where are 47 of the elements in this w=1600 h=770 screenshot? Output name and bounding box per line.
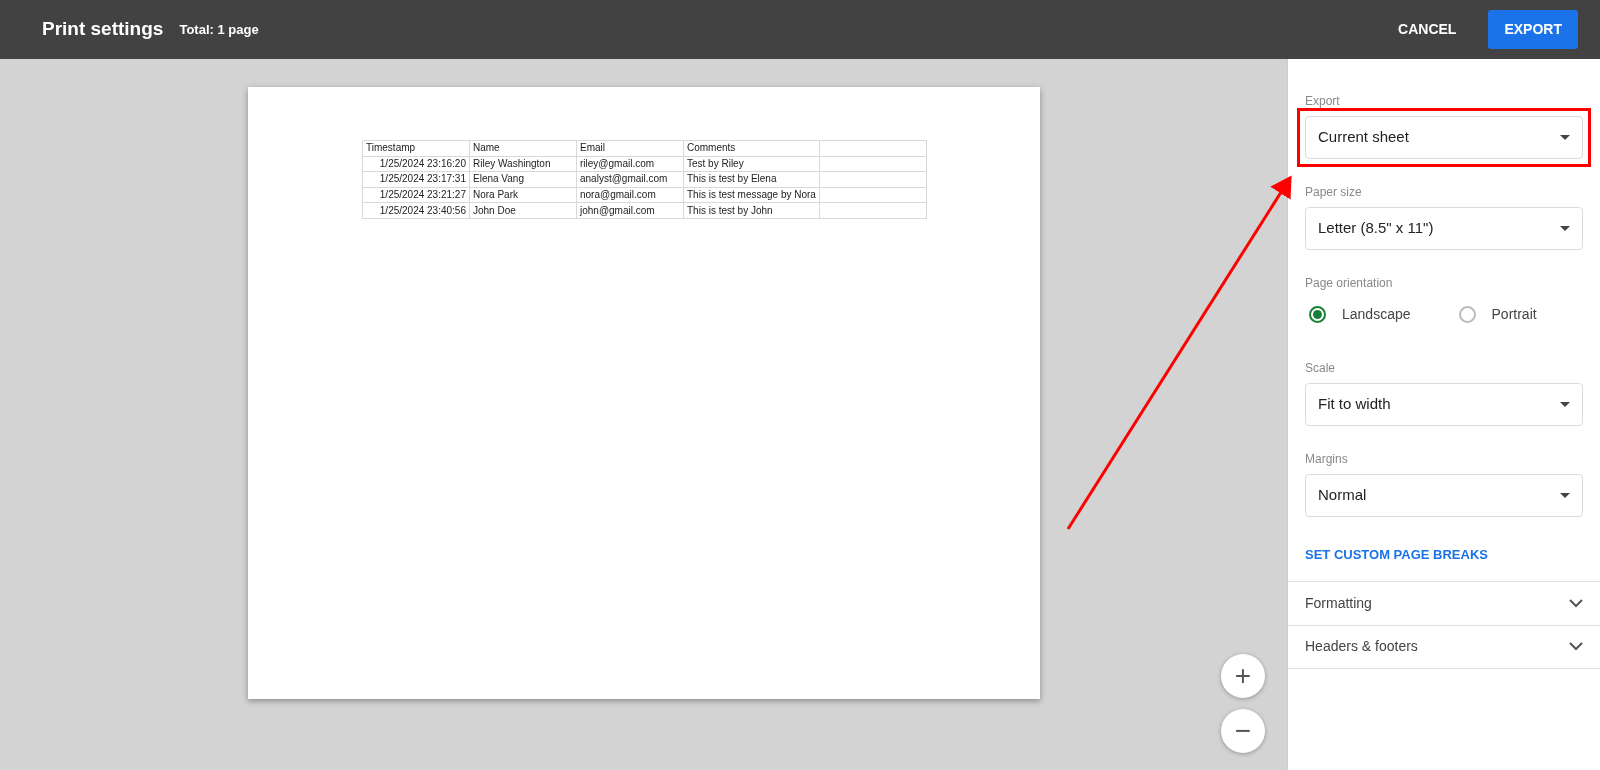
dropdown-caret-icon <box>1560 226 1570 231</box>
table-cell: This is test by John <box>683 202 820 219</box>
dropdown[interactable]: Current sheet <box>1305 116 1583 159</box>
table-cell: riley@gmail.com <box>576 156 684 172</box>
radio-label[interactable]: Portrait <box>1491 304 1537 325</box>
field-label: Page orientation <box>1305 275 1394 292</box>
custom-page-breaks-link[interactable]: SET CUSTOM PAGE BREAKS <box>1305 545 1488 565</box>
table-cell: Elena Vang <box>469 171 577 188</box>
table-cell: This is test by Elena <box>683 171 820 188</box>
field-label: Export <box>1305 93 1341 110</box>
column-header: Comments <box>683 140 820 157</box>
table-cell: This is test message by Nora <box>683 187 820 203</box>
chevron-down-icon <box>1569 642 1583 651</box>
column-header: Timestamp <box>362 140 470 157</box>
field-label: Scale <box>1305 360 1337 377</box>
dropdown-caret-icon <box>1560 402 1570 407</box>
cancel-button[interactable]: CANCEL <box>1382 10 1473 49</box>
radio-button[interactable] <box>1458 306 1476 323</box>
field-label: Margins <box>1305 451 1349 468</box>
table-cell: 1/25/2024 23:17:31 <box>362 171 470 188</box>
page-count: Total: 1 page <box>179 20 259 39</box>
table-cell: 1/25/2024 23:40:56 <box>362 202 470 219</box>
export-button[interactable]: EXPORT <box>1488 10 1578 49</box>
table-cell: Riley Washington <box>469 156 577 172</box>
zoom-out-button[interactable]: − <box>1221 709 1265 753</box>
dropdown[interactable]: Letter (8.5" x 11") <box>1305 207 1583 250</box>
zoom-in-button[interactable]: + <box>1221 654 1265 698</box>
table-cell: John Doe <box>469 202 577 219</box>
dropdown[interactable]: Normal <box>1305 474 1583 517</box>
table-cell: nora@gmail.com <box>576 187 684 203</box>
column-header: Name <box>469 140 577 157</box>
table-cell: 1/25/2024 23:16:20 <box>362 156 470 172</box>
table-cell: Test by Riley <box>683 156 820 172</box>
table-cell: Nora Park <box>469 187 577 203</box>
table-cell: john@gmail.com <box>576 202 684 219</box>
table-cell: analyst@gmail.com <box>576 171 684 188</box>
radio-button[interactable] <box>1309 306 1326 323</box>
dropdown-caret-icon <box>1560 493 1570 498</box>
dropdown[interactable]: Fit to width <box>1305 383 1583 426</box>
field-label: Paper size <box>1305 184 1363 201</box>
section-header[interactable]: Headers & footers <box>1288 624 1600 669</box>
dropdown-caret-icon <box>1560 135 1570 140</box>
page-title: Print settings <box>42 17 164 42</box>
table-cell: 1/25/2024 23:21:27 <box>362 187 470 203</box>
column-header: Email <box>576 140 684 157</box>
radio-label[interactable]: Landscape <box>1342 304 1411 325</box>
chevron-down-icon <box>1569 598 1583 608</box>
